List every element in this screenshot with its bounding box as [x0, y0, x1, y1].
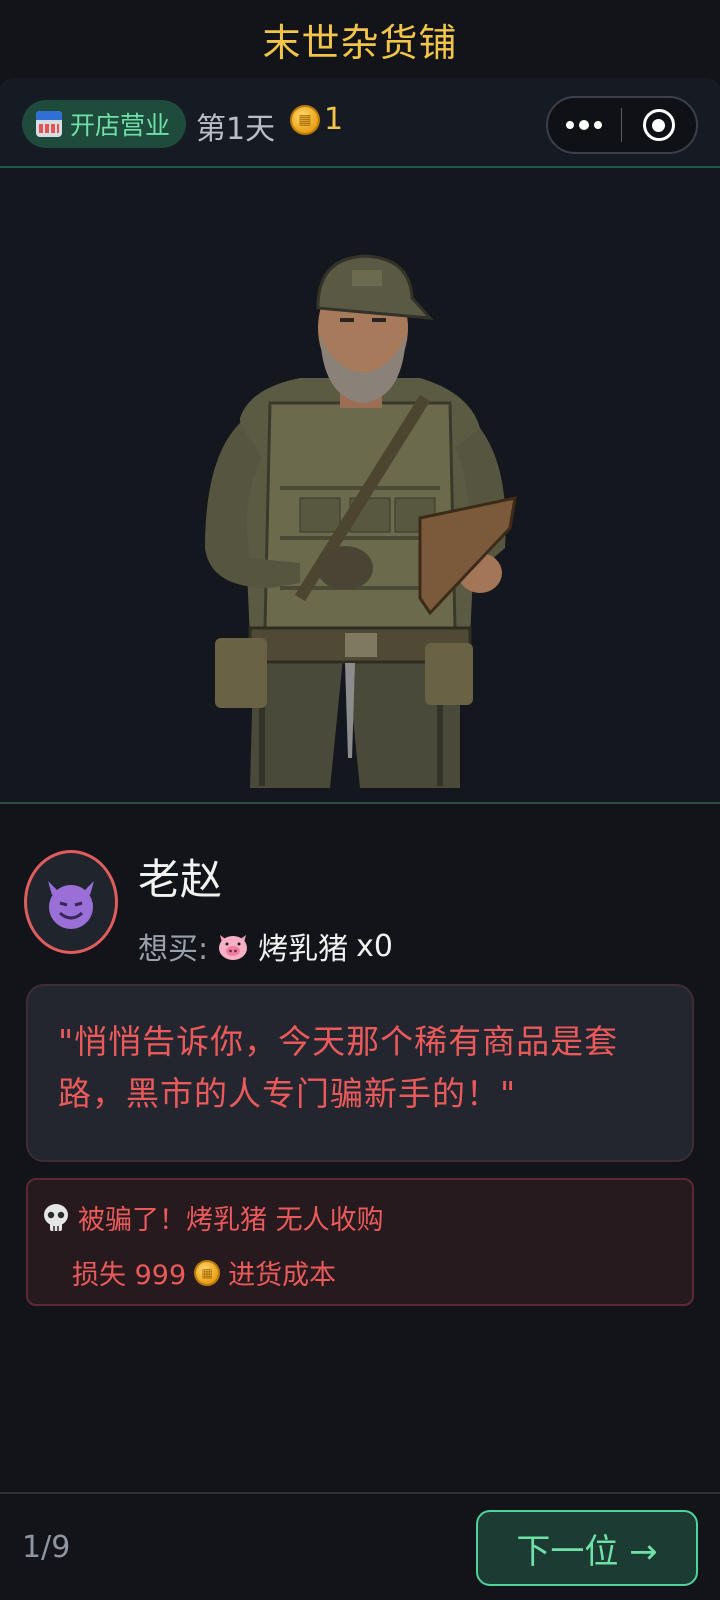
alert-line-2: 损失 999 ▦ 进货成本 — [72, 1253, 678, 1292]
alert-message: 被骗了！烤乳猪 无人收购 — [78, 1205, 384, 1236]
wanted-item-name: 烤乳猪 — [258, 932, 349, 967]
next-customer-button[interactable]: 下一位 → — [476, 1510, 698, 1586]
loss-suffix: 进货成本 — [228, 1260, 337, 1291]
shop-status-label: 开店营业 — [70, 111, 171, 140]
page-indicator: 1/9 — [22, 1530, 71, 1565]
title-bar: 末世杂货铺 — [0, 0, 720, 78]
shop-status-badge: 开店营业 — [22, 100, 187, 148]
coin-balance: ▦ 1 — [290, 102, 343, 137]
skull-icon — [44, 1203, 68, 1231]
more-icon[interactable] — [548, 98, 621, 152]
wanted-item-quantity: x0 — [356, 928, 393, 964]
footer-bar: 1/9 下一位 → — [0, 1492, 720, 1600]
status-bar: 开店营业 第1天 ▦ 1 — [0, 78, 720, 168]
coin-count: 1 — [324, 102, 344, 137]
wants-label: 想买: — [138, 932, 209, 967]
coin-icon: ▦ — [290, 104, 320, 135]
customer-avatar — [24, 850, 118, 954]
loss-amount: 损失 999 — [72, 1260, 187, 1291]
target-icon[interactable] — [622, 98, 696, 152]
customer-wants: 想买: 烤乳猪 x0 — [138, 924, 393, 968]
customer-portrait — [0, 168, 720, 804]
soldier-illustration — [205, 254, 517, 788]
customer-name: 老赵 — [138, 855, 223, 904]
alert-line-1: 被骗了！烤乳猪 无人收购 — [42, 1198, 678, 1237]
customer-info: 老赵 想买: 烤乳猪 x0 — [0, 806, 720, 976]
scam-alert: 被骗了！烤乳猪 无人收购 损失 999 ▦ 进货成本 — [26, 1178, 694, 1306]
dialogue-text: "悄悄告诉你，今天那个稀有商品是套路，黑市的人专门骗新手的！" — [58, 1022, 619, 1113]
customer-dialogue: "悄悄告诉你，今天那个稀有商品是套路，黑市的人专门骗新手的！" — [26, 984, 694, 1162]
coin-icon: ▦ — [194, 1259, 221, 1286]
app-title: 末世杂货铺 — [262, 20, 458, 65]
pig-face-icon — [219, 935, 248, 960]
smiling-devil-icon — [48, 881, 94, 929]
store-24h-icon — [36, 111, 62, 137]
day-label: 第1天 — [196, 112, 276, 147]
mini-program-capsule — [546, 96, 698, 154]
